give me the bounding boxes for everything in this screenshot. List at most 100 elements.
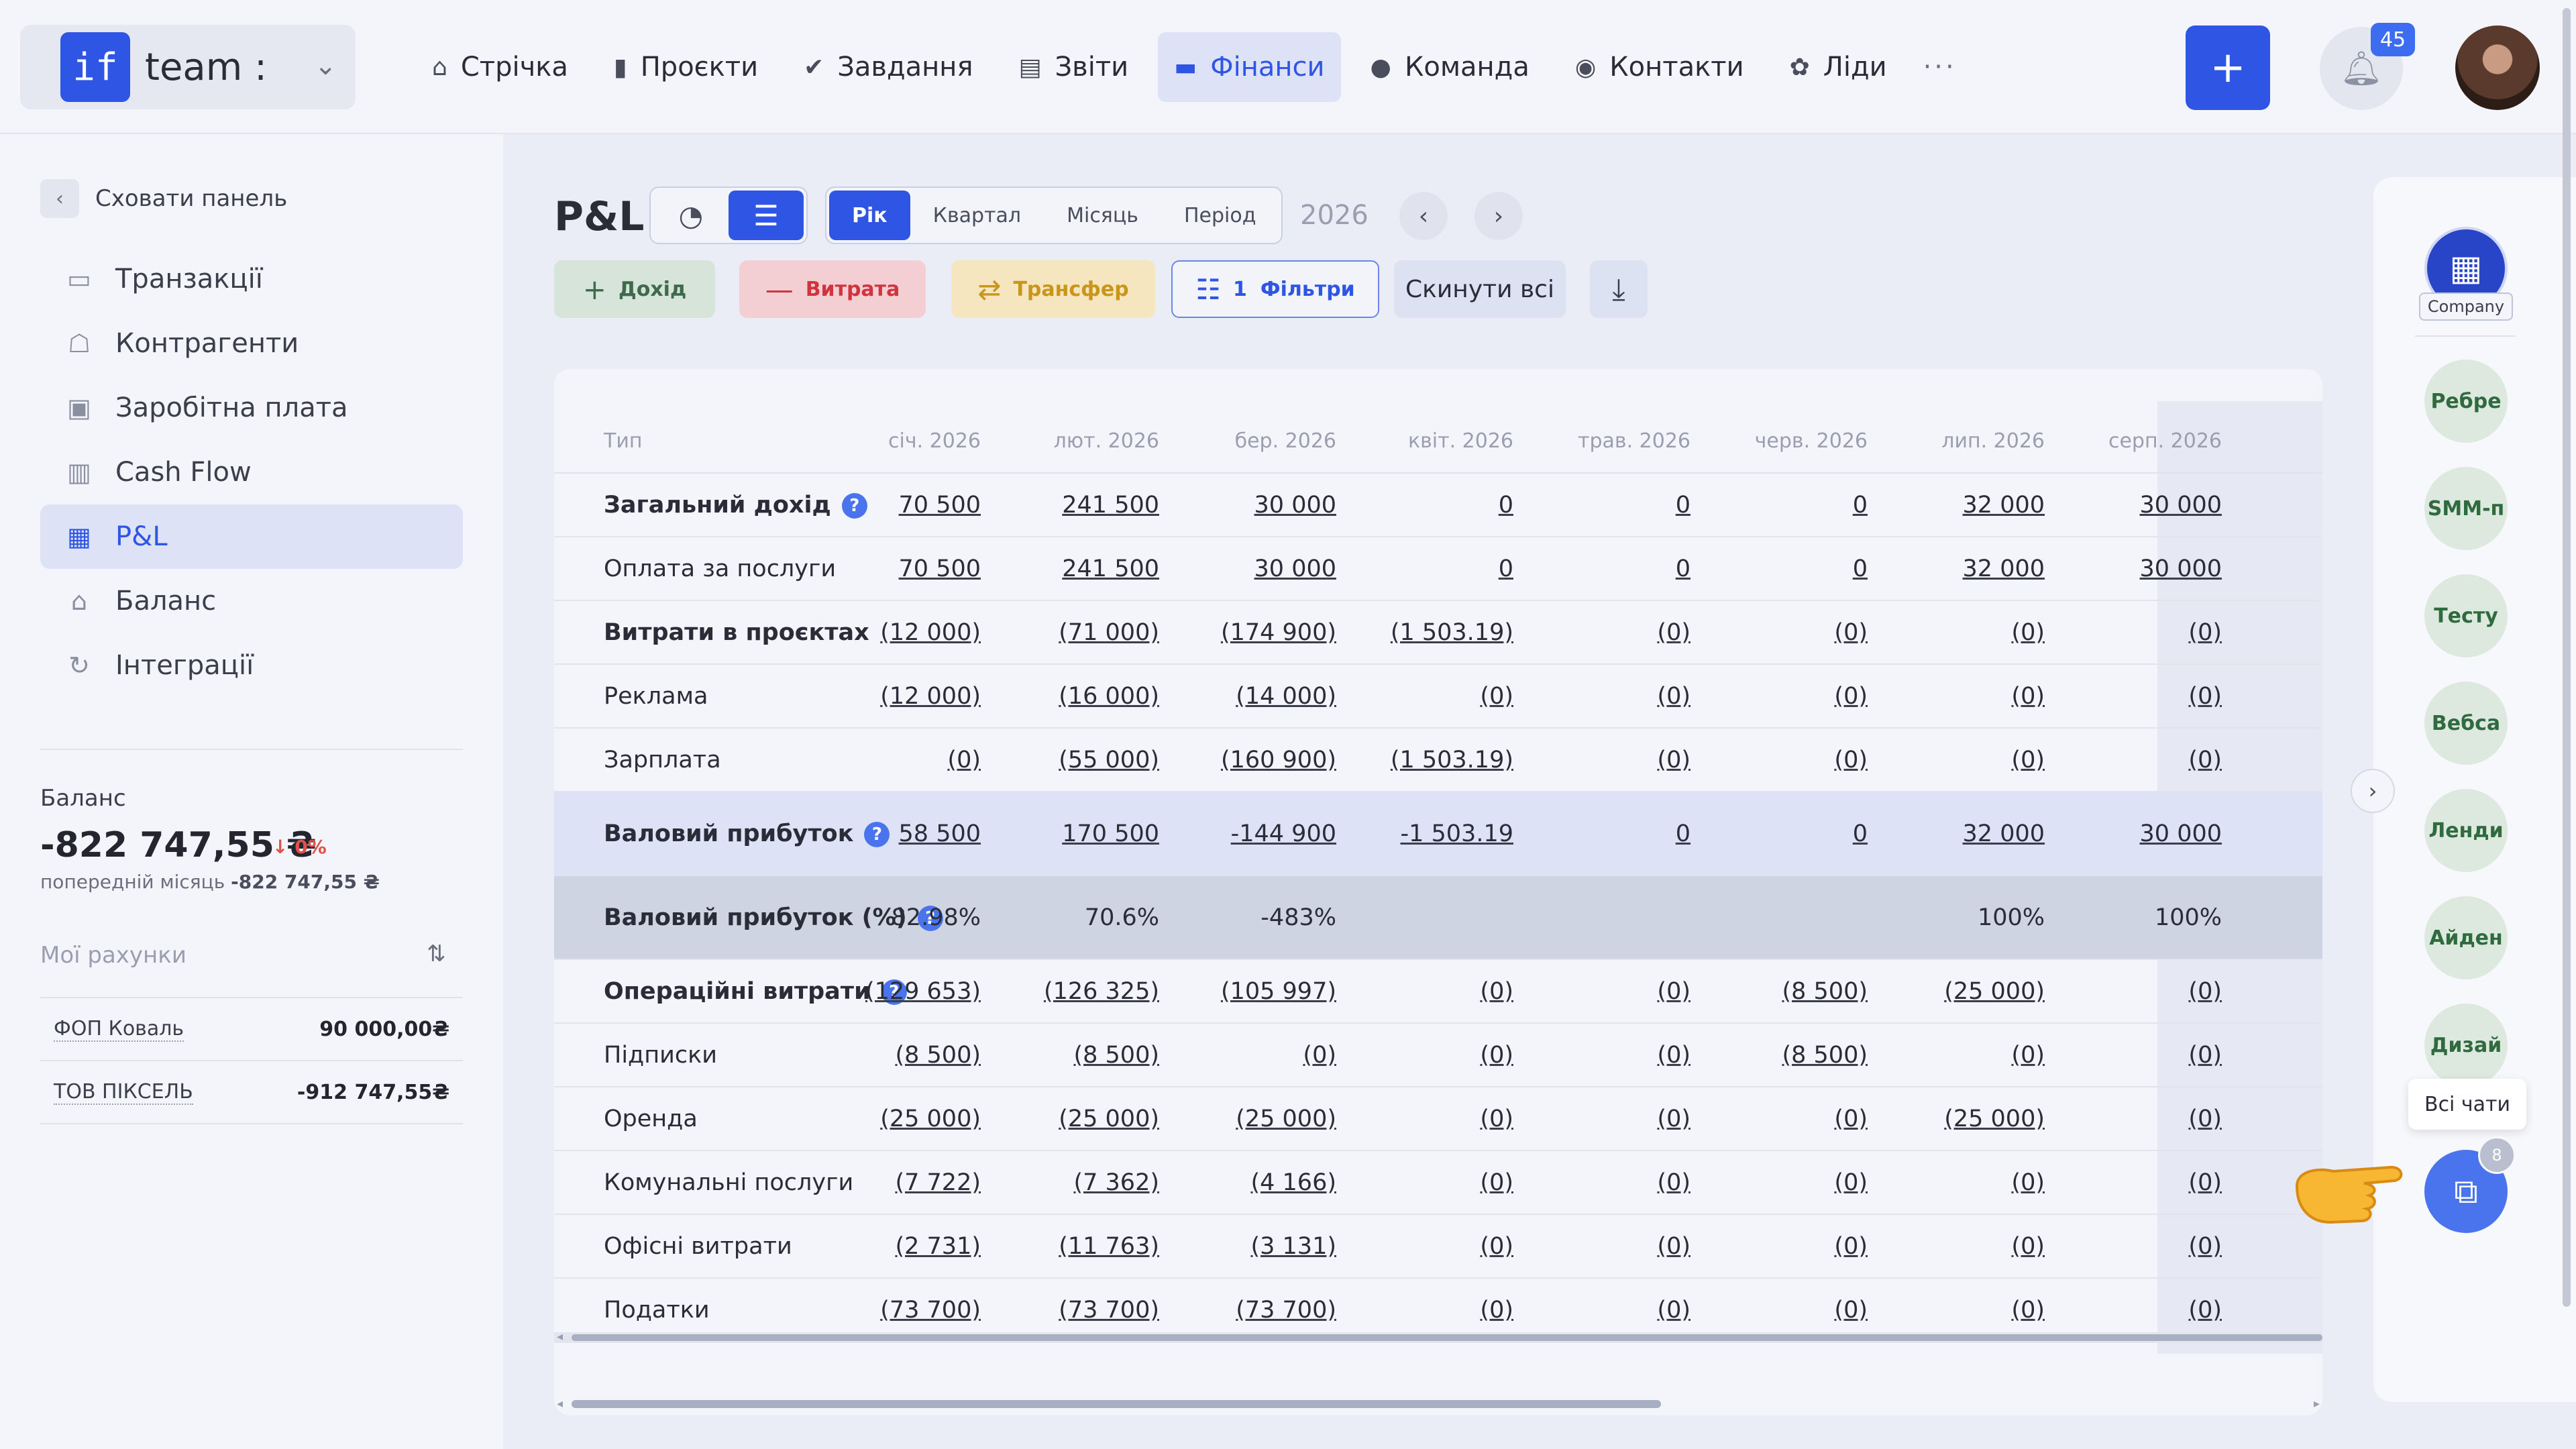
- table-scrollbar[interactable]: ◂: [554, 1330, 2322, 1344]
- sidebar-item-3[interactable]: ▥ Cash Flow: [40, 440, 463, 504]
- value-cell[interactable]: (14 000): [1182, 683, 1336, 710]
- value-cell[interactable]: (0): [2068, 683, 2222, 710]
- value-cell[interactable]: (7 362): [1005, 1169, 1159, 1196]
- value-cell[interactable]: (0): [1359, 1042, 1513, 1069]
- filters-button[interactable]: ☷ 1 Фільтри: [1171, 260, 1379, 318]
- period-tab-1[interactable]: Квартал: [910, 191, 1044, 240]
- value-cell[interactable]: (0): [1536, 1297, 1690, 1324]
- value-cell[interactable]: 0: [1536, 555, 1690, 582]
- next-year-button[interactable]: ›: [1474, 192, 1523, 240]
- value-cell[interactable]: (71 000): [1005, 619, 1159, 646]
- value-cell[interactable]: 0: [1536, 820, 1690, 847]
- value-cell[interactable]: (0): [2068, 747, 2222, 773]
- value-cell[interactable]: 30 000: [2068, 555, 2222, 582]
- value-cell[interactable]: (129 653): [826, 978, 981, 1005]
- value-cell[interactable]: (0): [1713, 683, 1868, 710]
- value-cell[interactable]: 30 000: [1182, 555, 1336, 582]
- chat-avatar[interactable]: Ребре: [2424, 360, 2508, 443]
- month-column-header[interactable]: січ. 2026: [826, 429, 981, 453]
- value-cell[interactable]: 70 500: [826, 492, 981, 519]
- add-expense-button[interactable]: — Витрата: [739, 260, 926, 318]
- pie-chart-view-button[interactable]: ◔: [653, 191, 729, 240]
- value-cell[interactable]: (105 997): [1182, 978, 1336, 1005]
- value-cell[interactable]: 30 000: [1182, 492, 1336, 519]
- prev-year-button[interactable]: ‹: [1399, 192, 1448, 240]
- scrollbar-thumb[interactable]: [572, 1334, 2322, 1341]
- value-cell[interactable]: (0): [1536, 978, 1690, 1005]
- month-column-header[interactable]: черв. 2026: [1713, 429, 1868, 453]
- value-cell[interactable]: (12 000): [826, 683, 981, 710]
- value-cell[interactable]: (25 000): [1005, 1106, 1159, 1132]
- account-row[interactable]: ТОВ ПІКСЕЛЬ -912 747,55₴: [40, 1061, 463, 1124]
- chat-avatar[interactable]: Ленди: [2424, 789, 2508, 872]
- value-cell[interactable]: (8 500): [1005, 1042, 1159, 1069]
- value-cell[interactable]: (0): [1890, 1042, 2045, 1069]
- value-cell[interactable]: (16 000): [1005, 683, 1159, 710]
- value-cell[interactable]: (0): [1713, 747, 1868, 773]
- avatar[interactable]: [2455, 25, 2540, 110]
- value-cell[interactable]: (1 503.19): [1359, 747, 1513, 773]
- period-tab-0[interactable]: Рік: [829, 191, 910, 240]
- scroll-left-icon[interactable]: ◂: [557, 1330, 563, 1344]
- month-column-header[interactable]: лип. 2026: [1890, 429, 2045, 453]
- value-cell[interactable]: (73 700): [826, 1297, 981, 1324]
- month-column-header[interactable]: бер. 2026: [1182, 429, 1336, 453]
- expand-panel-button[interactable]: ›: [2351, 769, 2395, 813]
- value-cell[interactable]: (160 900): [1182, 747, 1336, 773]
- value-cell[interactable]: (0): [1536, 1233, 1690, 1260]
- value-cell[interactable]: 30 000: [2068, 820, 2222, 847]
- value-cell[interactable]: 0: [1536, 492, 1690, 519]
- value-cell[interactable]: (0): [1713, 619, 1868, 646]
- value-cell[interactable]: (0): [826, 747, 981, 773]
- value-cell[interactable]: (0): [1713, 1169, 1868, 1196]
- value-cell[interactable]: 0: [1713, 555, 1868, 582]
- value-cell[interactable]: (0): [2068, 619, 2222, 646]
- value-cell[interactable]: (11 763): [1005, 1233, 1159, 1260]
- month-column-header[interactable]: лют. 2026: [1005, 429, 1159, 453]
- nav-item-0[interactable]: ⌂ Стрічка: [416, 32, 584, 102]
- nav-item-2[interactable]: ✔ Завдання: [788, 32, 989, 102]
- value-cell[interactable]: (8 500): [826, 1042, 981, 1069]
- value-cell[interactable]: (0): [1536, 683, 1690, 710]
- value-cell[interactable]: (8 500): [1713, 978, 1868, 1005]
- value-cell[interactable]: (8 500): [1713, 1042, 1868, 1069]
- scrollbar-thumb[interactable]: [572, 1400, 1661, 1408]
- value-cell[interactable]: (55 000): [1005, 747, 1159, 773]
- value-cell[interactable]: (0): [1359, 1297, 1513, 1324]
- value-cell[interactable]: (4 166): [1182, 1169, 1336, 1196]
- value-cell[interactable]: (0): [1536, 1106, 1690, 1132]
- create-button[interactable]: +: [2186, 25, 2270, 110]
- value-cell[interactable]: (7 722): [826, 1169, 981, 1196]
- value-cell[interactable]: (174 900): [1182, 619, 1336, 646]
- nav-item-5[interactable]: ● Команда: [1354, 32, 1546, 102]
- nav-item-1[interactable]: ▮ Проєкти: [598, 32, 774, 102]
- value-cell[interactable]: (3 131): [1182, 1233, 1336, 1260]
- value-cell[interactable]: (0): [1890, 683, 2045, 710]
- add-income-button[interactable]: + Дохід: [554, 260, 715, 318]
- account-name[interactable]: ТОВ ПІКСЕЛЬ: [54, 1080, 193, 1105]
- value-cell[interactable]: (0): [2068, 978, 2222, 1005]
- value-cell[interactable]: (0): [1713, 1233, 1868, 1260]
- chat-avatar[interactable]: Дизай: [2424, 1004, 2508, 1087]
- value-cell[interactable]: 0: [1359, 555, 1513, 582]
- page-scrollbar[interactable]: ◂ ▸: [554, 1397, 2322, 1411]
- chat-avatar[interactable]: Тесту: [2424, 574, 2508, 657]
- value-cell[interactable]: 170 500: [1005, 820, 1159, 847]
- value-cell[interactable]: 0: [1713, 820, 1868, 847]
- value-cell[interactable]: 58 500: [826, 820, 981, 847]
- download-button[interactable]: ⤓: [1590, 260, 1648, 318]
- sidebar-item-6[interactable]: ↻ Інтеграції: [40, 633, 463, 698]
- value-cell[interactable]: (0): [1890, 747, 2045, 773]
- value-cell[interactable]: 241 500: [1005, 492, 1159, 519]
- value-cell[interactable]: (126 325): [1005, 978, 1159, 1005]
- value-cell[interactable]: 241 500: [1005, 555, 1159, 582]
- value-cell[interactable]: 0: [1713, 492, 1868, 519]
- value-cell[interactable]: (0): [1536, 1042, 1690, 1069]
- month-column-header[interactable]: трав. 2026: [1536, 429, 1690, 453]
- value-cell[interactable]: (25 000): [1890, 978, 2045, 1005]
- period-tab-2[interactable]: Місяць: [1044, 191, 1161, 240]
- period-tab-3[interactable]: Період: [1161, 191, 1279, 240]
- month-column-header[interactable]: серп. 2026: [2068, 429, 2222, 453]
- value-cell[interactable]: (0): [2068, 1042, 2222, 1069]
- value-cell[interactable]: (25 000): [826, 1106, 981, 1132]
